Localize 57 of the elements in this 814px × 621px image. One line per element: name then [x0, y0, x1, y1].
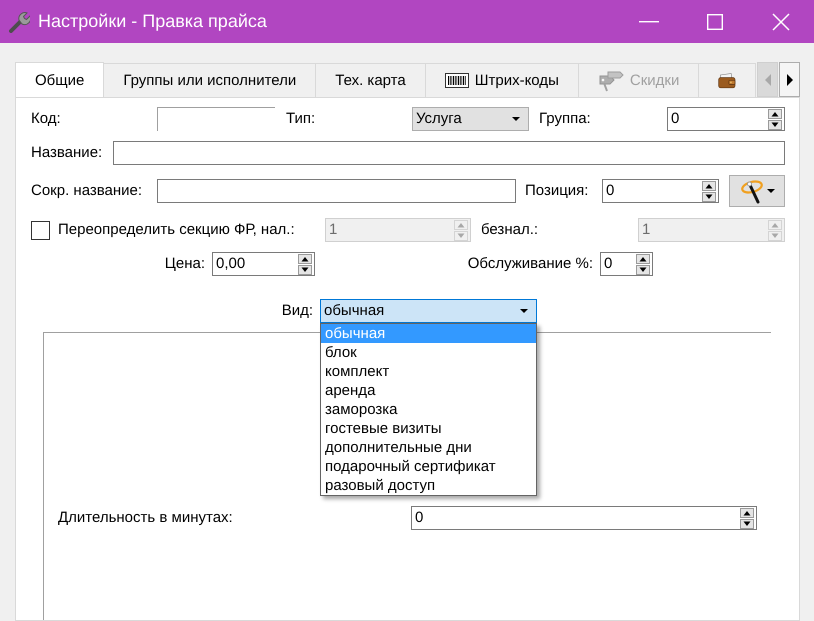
cashless-label: безнал.:	[481, 221, 538, 238]
view-type-dropdown[interactable]: обычная	[320, 299, 537, 323]
dropdown-option[interactable]: разовый доступ	[321, 476, 536, 495]
spin-up-icon[interactable]	[298, 254, 312, 264]
spin-up-icon[interactable]	[702, 180, 716, 190]
name-field[interactable]	[113, 141, 785, 165]
duration-field[interactable]: 0	[411, 506, 757, 530]
type-label: Тип:	[286, 110, 316, 127]
position-field[interactable]: 0	[602, 179, 719, 203]
short-name-label: Сокр. название:	[31, 182, 142, 199]
left-arrow-icon	[764, 72, 772, 86]
caret-icon	[512, 117, 520, 121]
tab[interactable]: Общие	[15, 62, 104, 97]
spin-down-icon[interactable]	[768, 120, 782, 130]
barcode-icon	[444, 73, 469, 88]
caret-icon	[520, 309, 528, 313]
short-name-field[interactable]	[157, 179, 516, 203]
tab-scroll-right-button[interactable]	[779, 62, 800, 97]
spin-up-icon[interactable]	[768, 108, 782, 118]
price-field[interactable]: 0,00	[212, 252, 315, 276]
code-label: Код:	[31, 110, 61, 127]
close-icon	[772, 12, 790, 30]
dropdown-option[interactable]: блок	[321, 343, 536, 362]
group-label: Группа:	[539, 110, 591, 127]
spin-down-icon[interactable]	[298, 264, 312, 274]
minimize-icon	[639, 20, 659, 22]
price-label: Цена:	[164, 255, 205, 272]
service-field[interactable]: 0	[600, 252, 653, 276]
group-field[interactable]: 0	[667, 107, 785, 131]
magic-wand-button[interactable]	[729, 175, 785, 207]
spin-up-icon[interactable]	[636, 254, 650, 264]
dropdown-option[interactable]: комплект	[321, 362, 536, 381]
dropdown-option[interactable]: подарочный сертификат	[321, 457, 536, 476]
position-label: Позиция:	[525, 182, 588, 199]
type-dropdown[interactable]: Услуга	[412, 107, 529, 131]
view-type-label: Вид:	[282, 302, 313, 319]
dropdown-option[interactable]: гостевые визиты	[321, 419, 536, 438]
spin-up-icon[interactable]	[740, 508, 754, 518]
wrench-icon	[8, 10, 30, 32]
service-label: Обслуживание %:	[468, 255, 593, 272]
dropdown-option[interactable]: заморозка	[321, 400, 536, 419]
spin-down-icon[interactable]	[740, 518, 754, 528]
override-label: Переопределить секцию ФР, нал.:	[58, 221, 295, 238]
dropdown-option[interactable]: дополнительные дни	[321, 438, 536, 457]
tab[interactable]	[698, 63, 756, 97]
magic-wand-icon	[739, 178, 765, 204]
right-arrow-icon	[786, 72, 794, 86]
caret-icon	[767, 189, 775, 193]
spin-down-icon[interactable]	[702, 192, 716, 202]
duration-label: Длительность в минутах:	[58, 509, 233, 526]
dropdown-option[interactable]: аренда	[321, 381, 536, 400]
maximize-icon	[707, 14, 723, 30]
window-title: Настройки - Правка прайса	[38, 10, 267, 32]
checkbox[interactable]	[31, 220, 50, 240]
spin-down-icon[interactable]	[636, 264, 650, 274]
tag-icon	[598, 70, 624, 92]
name-label: Название:	[31, 144, 102, 161]
